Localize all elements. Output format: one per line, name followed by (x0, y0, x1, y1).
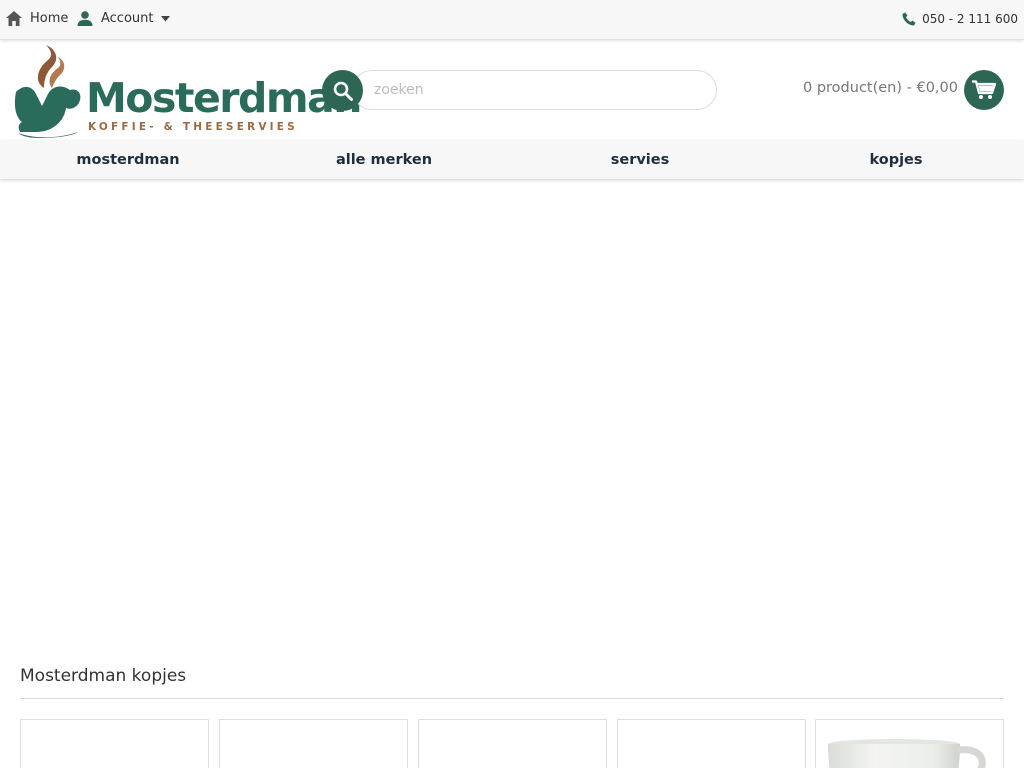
product-card[interactable] (418, 719, 607, 768)
cart-button[interactable] (964, 70, 1004, 110)
nav-item-alle-merken[interactable]: alle merken (256, 140, 512, 180)
nav-item-kopjes[interactable]: kopjes (768, 140, 1024, 180)
search-button[interactable] (322, 70, 363, 111)
product-row (20, 719, 1004, 768)
site-logo[interactable]: Mosterdman KOFFIE- & THEESERVIES (14, 44, 362, 138)
home-link[interactable]: Home (6, 11, 68, 26)
nav-item-servies[interactable]: servies (512, 140, 768, 180)
phone-number[interactable]: 050 - 2 111 600 (902, 12, 1018, 26)
home-icon (6, 11, 22, 26)
account-menu[interactable]: Account (77, 11, 170, 26)
user-icon (77, 11, 93, 26)
cart-icon (972, 80, 996, 99)
white-cup-image (828, 739, 986, 768)
caret-down-icon (160, 15, 170, 22)
main-navigation: mosterdman alle merken servies kopjes (0, 140, 1024, 180)
home-label: Home (30, 11, 69, 26)
section-divider (20, 698, 1004, 699)
product-card[interactable] (617, 719, 806, 768)
search-icon (333, 81, 353, 101)
account-label: Account (101, 11, 154, 26)
product-card[interactable] (20, 719, 209, 768)
site-header: Mosterdman KOFFIE- & THEESERVIES 0 produ… (0, 40, 1024, 140)
search-input[interactable] (352, 70, 717, 110)
cart-summary[interactable]: 0 product(en) - €0,00 (803, 80, 958, 96)
top-bar: Home Account 050 - 2 111 600 (0, 0, 1024, 40)
nav-item-mosterdman[interactable]: mosterdman (0, 140, 256, 180)
phone-icon (902, 12, 916, 26)
product-card[interactable] (815, 719, 1004, 768)
section-title: Mosterdman kopjes (20, 666, 187, 686)
cup-logo-icon (14, 45, 81, 138)
phone-label: 050 - 2 111 600 (922, 12, 1018, 26)
product-card[interactable] (219, 719, 408, 768)
logo-tagline: KOFFIE- & THEESERVIES (88, 121, 298, 133)
logo-wordmark: Mosterdman (86, 74, 362, 122)
